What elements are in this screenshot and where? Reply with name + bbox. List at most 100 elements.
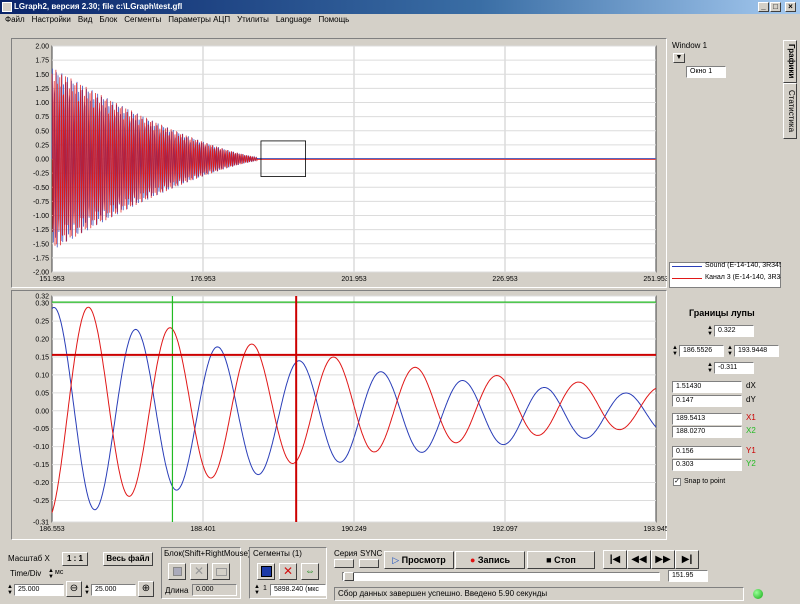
bottom-y-tick: 0.25 [35,319,49,326]
loupe-left-spinner[interactable]: ▲ ▼ [672,345,678,357]
x1-field[interactable]: 189.5413 [672,413,742,425]
triangle-down-icon: ▼ [675,54,683,61]
top-y-tick: -1.00 [33,213,49,220]
snap-checkbox[interactable]: ✓ [673,478,681,486]
legend-item: Sound (E-14-140, 3R3455 [705,262,781,269]
bottom-y-tick: 0.20 [35,337,49,344]
record-label: Запись [477,555,511,565]
x2-field[interactable]: 188.0270 [672,426,742,438]
menu-item[interactable]: Параметры АЦП [168,14,230,26]
sync-toggle[interactable] [359,559,379,568]
menu-item[interactable]: Вид [78,14,92,26]
zoom-in-button[interactable]: ⊕ [138,581,154,597]
series-toggle[interactable] [334,559,354,568]
loupe-right-field[interactable]: 193.9448 [734,345,779,357]
stop-button[interactable]: ■ Стоп [527,551,595,569]
block-expand-button[interactable] [212,563,230,580]
forward-button[interactable]: ▶▶ [651,550,675,569]
menu-item[interactable]: Сегменты [124,14,161,26]
top-x-tick: 226.953 [492,276,517,283]
loupe-left-field[interactable]: 186.5526 [679,345,724,357]
tab-statistics[interactable]: Статистика [783,83,797,139]
menu-item[interactable]: Блок [99,14,117,26]
scale-1-1-button[interactable]: 1 : 1 [62,552,88,566]
timediv-spinner[interactable]: ▲ ▼ [48,568,54,580]
top-chart[interactable]: 151.953 176.953 201.953 226.953 251.953 2.00 1… [11,38,667,288]
position-track[interactable] [342,572,660,581]
expand-icon [216,568,227,576]
tab-graphs[interactable]: Графики [783,40,797,83]
view-button[interactable]: ▷ Просмотр [384,551,454,569]
y2-field[interactable]: 0.303 [672,459,742,471]
y1-field[interactable]: 0.156 [672,446,742,458]
block-save-button[interactable] [168,563,186,580]
dy-field: 0.147 [672,395,742,407]
block-delete-button[interactable]: ✕ [190,563,208,580]
bottom-x-tick: 192.097 [492,526,517,533]
position-thumb[interactable] [344,572,354,581]
cross-icon: ✕ [193,564,205,578]
bottom-chart[interactable]: 186.553 188.401 190.249 192.097 193.9450.320… [11,290,667,540]
menu-item[interactable]: Language [276,14,312,26]
legend-line-blue [672,266,702,267]
length-label: Длина [165,586,189,595]
rewind-button[interactable]: ◀◀ [627,550,651,569]
minimize-button[interactable]: _ [758,2,769,12]
segment-save-button[interactable] [257,563,275,580]
timediv-label: Time/Div [10,569,42,578]
top-y-tick: -1.75 [33,255,49,262]
whole-file-button[interactable]: Весь файл [103,552,153,566]
top-x-tick: 176.953 [190,276,215,283]
stop-label: Стоп [554,555,576,565]
loupe-title: Границы лупы [689,308,755,318]
status-bar: Сбор данных завершен успешно. Введено 5.… [334,587,744,601]
zoom-field[interactable]: 25.000 [91,584,136,596]
bottom-y-tick: 0.30 [35,301,49,308]
loupe-top-field[interactable]: 0.322 [714,325,754,337]
bottom-y-tick: -0.10 [33,444,49,451]
go-start-button[interactable]: |◀ [603,550,627,569]
record-button[interactable]: ● Запись [455,551,525,569]
bottom-x-tick: 186.553 [39,526,64,533]
bottom-y-tick: -0.05 [33,426,49,433]
bottom-y-tick: 0.15 [35,354,49,361]
top-y-tick: -2.00 [33,270,49,277]
go-end-button[interactable]: ▶| [675,550,699,569]
menu-item[interactable]: Помощь [318,14,349,26]
val1-spinner[interactable]: ▲ ▼ [7,584,13,596]
close-button[interactable]: × [785,2,796,12]
top-y-tick: 0.50 [35,128,49,135]
menu-item[interactable]: Настройки [32,14,71,26]
bottom-x-tick: 188.401 [190,526,215,533]
menu-bar: Файл Настройки Вид Блок Сегменты Параметры АЦ… [0,14,800,26]
top-x-tick: 251.953 [643,276,667,283]
app-icon[interactable] [2,2,12,12]
dy-label: dY [746,395,756,404]
segment-delete-button[interactable]: ✕ [279,563,297,580]
top-y-tick: -0.25 [33,171,49,178]
top-y-tick: 0.75 [35,114,49,121]
top-y-tick: 1.50 [35,72,49,79]
bottom-y-tick: 0.10 [35,372,49,379]
segment-fit-button[interactable]: ⇔ [301,563,319,580]
menu-item[interactable]: Утилиты [237,14,269,26]
play-icon: ▷ [392,555,400,565]
maximize-button[interactable]: □ [770,2,781,12]
save-icon [173,567,182,576]
window-field[interactable]: Окно 1 [686,66,726,78]
segment-spinner[interactable]: ▲ ▼ [254,584,260,596]
window-dropdown-button[interactable]: ▼ [673,53,685,63]
time-div-field[interactable]: 25.000 [14,584,64,596]
val2-spinner[interactable]: ▲ ▼ [84,584,90,596]
bottom-y-tick: 0.05 [35,390,49,397]
loupe-top-spinner[interactable]: ▲ ▼ [707,325,713,337]
bottom-y-tick: 0.00 [35,408,49,415]
menu-item[interactable]: Файл [5,14,25,26]
loupe-right-spinner[interactable]: ▲ ▼ [727,345,733,357]
stop-icon: ■ [546,555,552,565]
segments-label: Сегменты (1) [253,549,302,558]
loupe-bottom-spinner[interactable]: ▲ ▼ [707,362,713,374]
top-y-tick: -0.50 [33,185,49,192]
zoom-out-button[interactable]: ⊖ [66,581,82,597]
loupe-bottom-field[interactable]: -0.311 [714,362,754,374]
